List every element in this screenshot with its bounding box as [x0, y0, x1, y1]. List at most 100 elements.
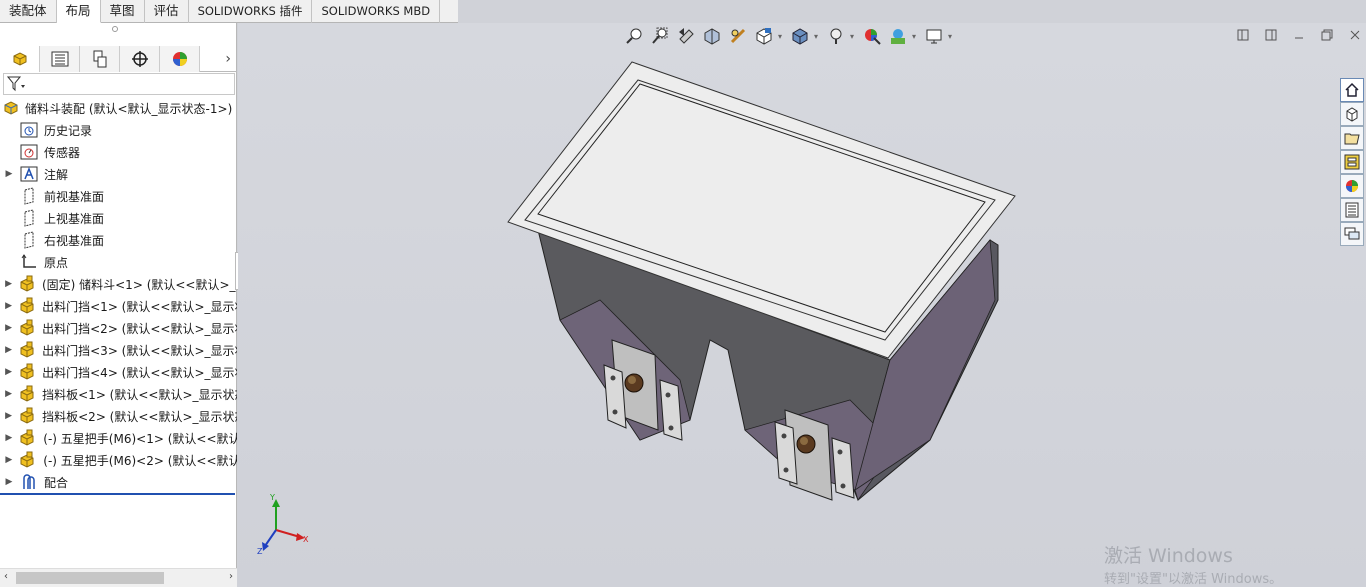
origin-icon	[18, 253, 40, 271]
tree-filter[interactable]	[3, 73, 235, 95]
tree-item[interactable]: 历史记录	[0, 119, 237, 141]
tab-solidworks-addins[interactable]: SOLIDWORKS 插件	[189, 0, 313, 23]
activate-windows-title: 激活 Windows	[1104, 545, 1233, 567]
expand-arrow-icon[interactable]: ▶	[0, 345, 17, 355]
crosshair-icon	[131, 51, 148, 67]
plane-icon	[18, 187, 40, 205]
tree-item-label: 上视基准面	[44, 211, 105, 226]
tab-sketch[interactable]: 草图	[101, 0, 145, 23]
tree-item-label: 历史记录	[44, 123, 93, 138]
scrollbar-thumb[interactable]	[16, 572, 164, 584]
expand-arrow-icon[interactable]: ▶	[0, 433, 18, 443]
tab-evaluate[interactable]: 评估	[145, 0, 189, 23]
property-list-icon	[51, 51, 68, 67]
configuration-manager-tab[interactable]	[80, 46, 120, 72]
triad-x-label: X	[303, 535, 309, 544]
manager-tabs: ›	[0, 46, 237, 72]
expand-arrow-icon[interactable]: ▶	[0, 411, 17, 421]
part-icon	[18, 429, 40, 447]
tree-item[interactable]: ▶ (固定) 储料斗<1> (默认<<默认>_显	[0, 273, 237, 295]
expand-arrow-icon[interactable]: ▶	[0, 389, 17, 399]
part-icon	[17, 297, 38, 315]
tree-item-label: 挡料板<1> (默认<<默认>_显示状态	[42, 387, 237, 402]
tree-item[interactable]: ▶ 配合	[0, 471, 237, 493]
horizontal-scrollbar[interactable]: ‹ ›	[0, 568, 237, 587]
tree-item[interactable]: ▶ 注解	[0, 163, 237, 185]
expand-arrow-icon[interactable]: ▶	[0, 301, 17, 311]
chevron-right-icon[interactable]: ›	[200, 46, 237, 71]
command-manager-tabs: 装配体 布局 草图 评估 SOLIDWORKS 插件 SOLIDWORKS MB…	[0, 0, 458, 23]
appearances-scenes-icon[interactable]	[1340, 174, 1364, 198]
tree-item-label: (-) 五星把手(M6)<2> (默认<<默认	[43, 453, 238, 468]
part-icon	[17, 341, 38, 359]
tree-item-label: 右视基准面	[44, 233, 105, 248]
tree-item[interactable]: ▶ 挡料板<1> (默认<<默认>_显示状态	[0, 383, 237, 405]
scroll-left-icon[interactable]: ‹	[4, 571, 8, 582]
file-explorer-icon[interactable]	[1340, 126, 1364, 150]
annotation-icon	[18, 165, 40, 183]
tree-item-label: 传感器	[44, 145, 81, 160]
tree-item[interactable]: 右视基准面	[0, 229, 237, 251]
panel-grip[interactable]	[112, 26, 118, 32]
display-manager-tab[interactable]	[160, 46, 200, 72]
tab-layout[interactable]: 布局	[56, 0, 101, 23]
tree-item-label: (-) 五星把手(M6)<1> (默认<<默认	[43, 431, 238, 446]
tree-item[interactable]: ▶ 出料门挡<3> (默认<<默认>_显示状	[0, 339, 237, 361]
history-icon	[18, 121, 40, 139]
activate-windows-subtitle: 转到"设置"以激活 Windows。	[1104, 572, 1283, 587]
filter-icon	[7, 76, 25, 92]
tree-item[interactable]: ▶ (-) 五星把手(M6)<2> (默认<<默认	[0, 449, 237, 471]
tree-item[interactable]: 原点	[0, 251, 237, 273]
feature-manager-tab[interactable]	[0, 46, 40, 72]
tab-assembly[interactable]: 装配体	[0, 0, 57, 23]
expand-arrow-icon[interactable]: ▶	[0, 477, 18, 487]
view-palette-icon[interactable]	[1340, 150, 1364, 174]
expand-arrow-icon[interactable]: ▶	[0, 169, 18, 179]
plane-icon	[18, 209, 40, 227]
solidworks-forum-icon[interactable]	[1340, 222, 1364, 246]
tree-item[interactable]: ▶ 挡料板<2> (默认<<默认>_显示状态	[0, 405, 237, 427]
feature-tree: 储料斗装配 (默认<默认_显示状态-1>) 历史记录传感器 ▶ 注解 前视基准面上视基…	[0, 97, 237, 493]
tree-item-label: 原点	[44, 255, 69, 270]
expand-arrow-icon[interactable]: ▶	[0, 455, 18, 465]
expand-arrow-icon[interactable]: ▶	[0, 279, 17, 289]
property-manager-tab[interactable]	[40, 46, 80, 72]
scroll-right-icon[interactable]: ›	[229, 571, 233, 582]
part-icon	[17, 363, 38, 381]
appearance-icon	[172, 52, 187, 66]
tree-item[interactable]: ▶ 出料门挡<4> (默认<<默认>_显示状	[0, 361, 237, 383]
close-icon[interactable]	[1348, 29, 1362, 41]
sensor-icon	[18, 143, 40, 161]
task-pane-tabs	[1340, 78, 1364, 246]
plane-icon	[18, 231, 40, 249]
home-icon[interactable]	[1340, 78, 1364, 102]
part-icon	[18, 451, 40, 469]
part-icon	[17, 385, 38, 403]
tree-item[interactable]: 前视基准面	[0, 185, 237, 207]
tree-item[interactable]: ▶ 出料门挡<1> (默认<<默认>_显示状	[0, 295, 237, 317]
tree-item-label: 出料门挡<1> (默认<<默认>_显示状	[42, 299, 237, 314]
hopper-model[interactable]: Y X Z	[238, 23, 1338, 587]
tree-item[interactable]: 上视基准面	[0, 207, 237, 229]
tab-solidworks-mbd[interactable]: SOLIDWORKS MBD	[312, 0, 441, 23]
custom-properties-icon[interactable]	[1340, 198, 1364, 222]
triad-y-label: Y	[269, 493, 275, 502]
coordinate-triad: Y X Z	[257, 493, 309, 556]
tree-item[interactable]: 传感器	[0, 141, 237, 163]
assembly-icon	[13, 52, 26, 66]
tree-item-label: 挡料板<2> (默认<<默认>_显示状态	[42, 409, 237, 424]
expand-arrow-icon[interactable]: ▶	[0, 323, 17, 333]
tree-item[interactable]: ▶ (-) 五星把手(M6)<1> (默认<<默认	[0, 427, 237, 449]
graphics-area[interactable]: ▾ ▾ ▾ ▾ ▾ Y X Z	[238, 23, 1366, 587]
tree-item[interactable]: ▶ 出料门挡<2> (默认<<默认>_显示状	[0, 317, 237, 339]
tree-root[interactable]: 储料斗装配 (默认<默认_显示状态-1>)	[0, 97, 237, 119]
tree-item-label: 出料门挡<3> (默认<<默认>_显示状	[42, 343, 237, 358]
expand-arrow-icon[interactable]: ▶	[0, 367, 17, 377]
part-icon	[17, 319, 38, 337]
tree-item-label: (固定) 储料斗<1> (默认<<默认>_显	[41, 277, 237, 292]
part-icon	[17, 275, 38, 293]
design-library-icon[interactable]	[1340, 102, 1364, 126]
dimxpert-manager-tab[interactable]	[120, 46, 160, 72]
tree-divider	[0, 493, 235, 495]
mates-icon	[18, 473, 40, 491]
